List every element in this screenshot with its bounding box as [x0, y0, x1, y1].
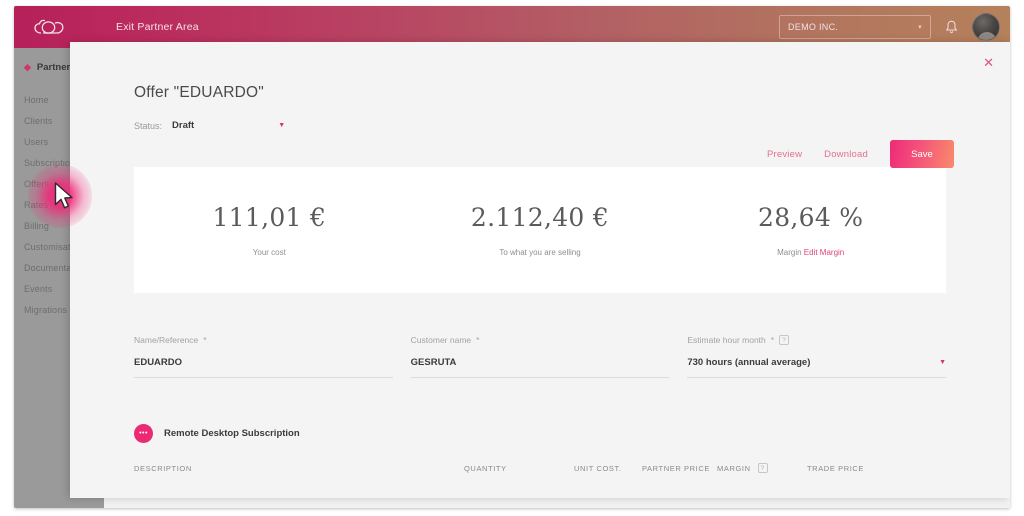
- exit-partner-area-link[interactable]: Exit Partner Area: [116, 21, 199, 33]
- stat-margin: 28,64 % Margin Edit Margin: [675, 203, 946, 257]
- column-header-margin-text: MARGIN: [717, 463, 751, 473]
- chevron-down-icon[interactable]: ▼: [939, 359, 946, 366]
- ellipsis-icon[interactable]: •••: [134, 424, 153, 443]
- column-header-description: DESCRIPTION: [134, 463, 192, 473]
- field-label-text: Name/Reference: [134, 335, 199, 345]
- status-badge: Draft: [172, 120, 195, 131]
- screenshot-root: Exit Partner Area DEMO INC. ▾ ◆ Partner …: [0, 0, 1024, 516]
- name-reference-input[interactable]: EDUARDO: [134, 357, 393, 378]
- summary-stats-card: 111,01 € Your cost 2.112,40 € To what yo…: [134, 167, 946, 293]
- field-customer-name: Customer name * GESRUTA: [410, 335, 670, 378]
- field-value-text: EDUARDO: [134, 357, 183, 368]
- cloud-logo-icon[interactable]: [14, 19, 84, 36]
- column-header-margin: MARGIN ?: [717, 463, 807, 473]
- stat-value: 2.112,40 €: [470, 203, 610, 232]
- field-value-text: 730 hours (annual average): [687, 357, 811, 368]
- status-row: Status: Draft ▼: [134, 120, 946, 131]
- column-header-trade-price: TRADE PRICE: [807, 463, 865, 473]
- offer-form-fields: Name/Reference * EDUARDO Customer name *: [134, 335, 947, 378]
- column-header-quantity: QUANTITY: [464, 463, 507, 473]
- sidebar-partner-label: Partner: [36, 62, 71, 73]
- stat-value: 111,01 €: [212, 203, 327, 232]
- field-value-text: GESRUTA: [410, 357, 457, 368]
- stat-label: To what you are selling: [499, 248, 581, 257]
- page-title: Offer "EDUARDO": [134, 84, 264, 101]
- partner-tag-icon: ◆: [24, 62, 31, 72]
- stat-label: Your cost: [252, 248, 286, 257]
- notification-bell-icon[interactable]: [945, 20, 958, 34]
- field-estimate-hour-month: Estimate hour month * ? 730 hours (annua…: [687, 335, 947, 378]
- organization-select[interactable]: DEMO INC. ▾: [779, 15, 931, 39]
- download-button[interactable]: Download: [824, 149, 868, 160]
- line-items-table-header: DESCRIPTION QUANTITY UNIT COST. PARTNER …: [134, 463, 946, 473]
- avatar[interactable]: [972, 13, 1000, 41]
- stat-label: Margin Edit Margin: [675, 248, 946, 257]
- chevron-down-icon[interactable]: ▼: [278, 122, 285, 129]
- modal-action-group: Preview Download Save: [767, 140, 954, 168]
- field-label: Customer name *: [411, 335, 670, 345]
- stat-value: 28,64 %: [757, 203, 864, 232]
- field-name-reference: Name/Reference * EDUARDO: [134, 335, 393, 378]
- column-header-unit-cost: UNIT COST.: [574, 463, 622, 473]
- topbar-right-group: DEMO INC. ▾: [779, 13, 1010, 41]
- customer-name-input[interactable]: GESRUTA: [410, 357, 670, 378]
- help-icon[interactable]: ?: [757, 463, 768, 473]
- organization-name: DEMO INC.: [788, 22, 839, 32]
- field-label-text: Customer name: [410, 335, 472, 345]
- field-label: Estimate hour month * ?: [687, 335, 946, 345]
- help-icon[interactable]: ?: [779, 335, 790, 345]
- column-header-partner-price: PARTNER PRICE: [642, 463, 710, 473]
- field-label-text: Estimate hour month: [687, 335, 766, 345]
- field-label: Name/Reference *: [134, 335, 393, 345]
- required-marker: *: [203, 335, 207, 345]
- application-window: Exit Partner Area DEMO INC. ▾ ◆ Partner …: [14, 6, 1010, 508]
- stat-your-cost: 111,01 € Your cost: [134, 203, 405, 257]
- required-marker: *: [770, 335, 775, 345]
- offer-detail-modal: ✕ Preview Download Save Offer "EDUARDO" …: [70, 42, 1010, 498]
- stat-selling-price: 2.112,40 € To what you are selling: [405, 203, 676, 257]
- product-name-label: Remote Desktop Subscription: [164, 428, 300, 439]
- close-icon[interactable]: ✕: [983, 56, 994, 69]
- status-label: Status:: [134, 120, 163, 131]
- preview-button[interactable]: Preview: [767, 149, 802, 160]
- product-section-header: ••• Remote Desktop Subscription: [134, 424, 946, 443]
- chevron-down-icon: ▾: [918, 24, 922, 31]
- margin-label: Margin: [777, 248, 802, 257]
- required-marker: *: [476, 335, 480, 345]
- edit-margin-link[interactable]: Edit Margin: [804, 248, 844, 257]
- modal-body: Offer "EDUARDO" Status: Draft ▼ 111,01 €…: [70, 42, 1010, 473]
- estimate-hour-month-select[interactable]: 730 hours (annual average) ▼: [687, 357, 947, 378]
- save-button[interactable]: Save: [890, 140, 954, 168]
